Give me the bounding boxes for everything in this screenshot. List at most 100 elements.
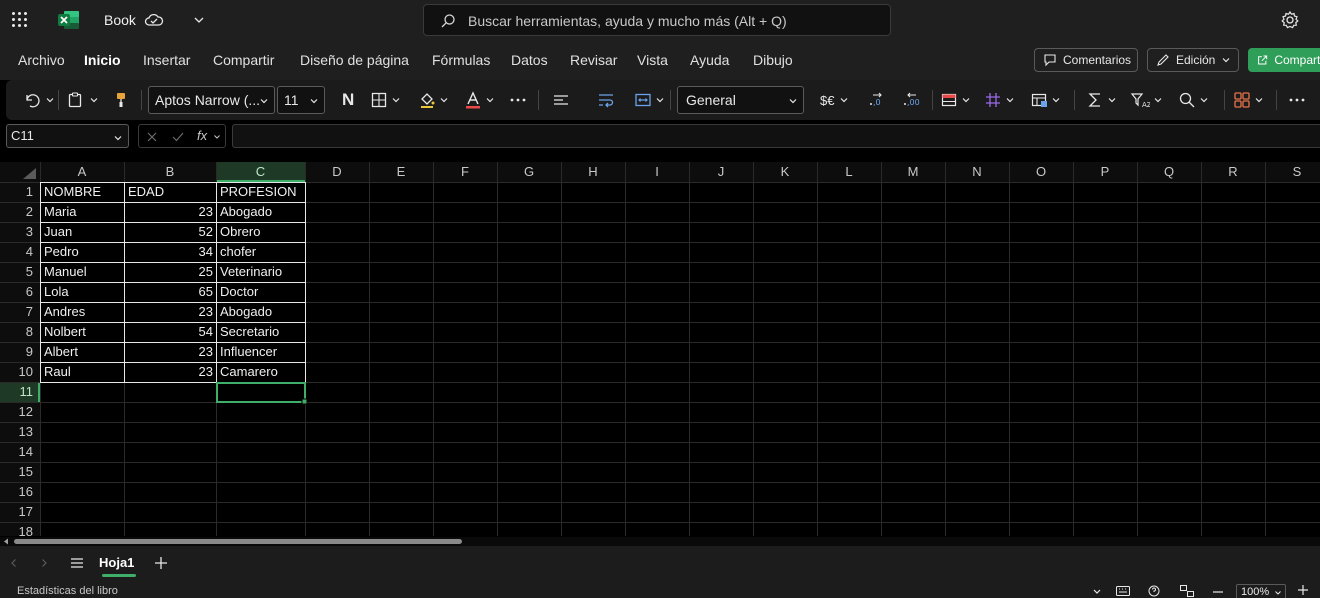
row-header-14[interactable]: 14 <box>0 442 36 462</box>
menu-revisar[interactable]: Revisar <box>570 52 617 68</box>
cell-profesion[interactable]: Camarero <box>217 362 305 382</box>
find-button[interactable] <box>1178 90 1210 110</box>
column-header-h[interactable]: H <box>561 162 625 182</box>
row-header-12[interactable]: 12 <box>0 402 36 422</box>
cell-edad[interactable]: 54 <box>125 322 216 342</box>
chevron-left-icon[interactable] <box>9 558 19 568</box>
cell-nombre[interactable]: Nolbert <box>41 322 124 342</box>
row-header-1[interactable]: 1 <box>0 182 36 202</box>
chevron-down-icon[interactable] <box>213 133 221 141</box>
menu-compartir[interactable]: Compartir <box>213 52 274 68</box>
workbook-statistics[interactable]: Estadísticas del libro <box>17 585 118 597</box>
column-header-o[interactable]: O <box>1009 162 1073 182</box>
scrollbar-thumb[interactable] <box>14 539 462 544</box>
formula-input[interactable] <box>232 124 1320 148</box>
column-header-c[interactable]: C <box>216 162 305 182</box>
chevron-down-icon[interactable] <box>1092 587 1102 597</box>
column-header-d[interactable]: D <box>305 162 369 182</box>
column-header-m[interactable]: M <box>881 162 945 182</box>
cell-nombre[interactable]: Andres <box>41 302 124 322</box>
keyboard-icon[interactable] <box>1116 586 1130 596</box>
chevron-down-icon[interactable] <box>192 13 206 27</box>
cell-profesion[interactable]: Obrero <box>217 222 305 242</box>
align-button[interactable] <box>552 90 570 110</box>
cell-nombre[interactable]: Pedro <box>41 242 124 262</box>
column-header-l[interactable]: L <box>817 162 881 182</box>
cell-profesion[interactable]: Abogado <box>217 302 305 322</box>
more-font-options-button[interactable] <box>509 90 527 110</box>
share-button[interactable]: Compartir <box>1248 48 1320 72</box>
header-cell[interactable]: EDAD <box>125 182 216 202</box>
column-header-e[interactable]: E <box>369 162 433 182</box>
column-header-q[interactable]: Q <box>1137 162 1201 182</box>
name-box[interactable]: C11 <box>6 124 129 148</box>
gear-icon[interactable] <box>1280 10 1300 30</box>
header-cell[interactable]: PROFESION <box>217 182 305 202</box>
row-header-15[interactable]: 15 <box>0 462 36 482</box>
row-header-18[interactable]: 18 <box>0 522 36 536</box>
conditional-format-button[interactable] <box>940 90 972 110</box>
document-title[interactable]: Book <box>104 12 136 28</box>
header-cell[interactable]: NOMBRE <box>41 182 124 202</box>
decrease-decimal-button[interactable]: ,00 <box>902 90 922 110</box>
row-header-8[interactable]: 8 <box>0 322 36 342</box>
column-header-r[interactable]: R <box>1201 162 1265 182</box>
format-as-table-button[interactable] <box>984 90 1016 110</box>
spreadsheet-grid[interactable]: ABCDEFGHIJKLMNOPQRS 1 2 3 4 5 6 7 8 9 10 11 12 13 14 1… <box>0 162 1320 536</box>
zoom-in-icon[interactable] <box>1297 584 1309 596</box>
currency-format-button[interactable]: $€ <box>820 90 850 110</box>
increase-decimal-button[interactable]: ,0 <box>867 90 885 110</box>
column-header-k[interactable]: K <box>753 162 817 182</box>
cancel-icon[interactable] <box>145 130 159 144</box>
cell-profesion[interactable]: Influencer <box>217 342 305 362</box>
column-header-j[interactable]: J <box>689 162 753 182</box>
cell-profesion[interactable]: Abogado <box>217 202 305 222</box>
menu-formulas[interactable]: Fórmulas <box>432 52 490 68</box>
menu-datos[interactable]: Datos <box>511 52 548 68</box>
format-painter-button[interactable] <box>112 90 130 110</box>
autosum-button[interactable] <box>1086 90 1118 110</box>
row-header-16[interactable]: 16 <box>0 482 36 502</box>
scroll-left-icon[interactable] <box>2 538 10 545</box>
add-ins-button[interactable] <box>1233 90 1265 110</box>
sort-filter-button[interactable]: AZ <box>1130 90 1164 110</box>
paste-button[interactable] <box>66 90 100 110</box>
menu-vista[interactable]: Vista <box>637 52 668 68</box>
zoom-out-icon[interactable] <box>1212 587 1224 597</box>
menu-dibujo[interactable]: Dibujo <box>753 52 793 68</box>
number-format-select[interactable]: General <box>677 86 804 114</box>
display-settings-icon[interactable] <box>1180 585 1194 597</box>
column-header-s[interactable]: S <box>1265 162 1320 182</box>
cell-profesion[interactable]: Secretario <box>217 322 305 342</box>
cell-edad[interactable]: 23 <box>125 202 216 222</box>
cell-edad[interactable]: 65 <box>125 282 216 302</box>
row-header-9[interactable]: 9 <box>0 342 36 362</box>
menu-inicio[interactable]: Inicio <box>84 52 121 68</box>
cell-profesion[interactable]: Veterinario <box>217 262 305 282</box>
menu-insertar[interactable]: Insertar <box>143 52 190 68</box>
fill-color-button[interactable] <box>418 90 450 110</box>
cell-edad[interactable]: 34 <box>125 242 216 262</box>
cell-nombre[interactable]: Lola <box>41 282 124 302</box>
insert-cells-button[interactable] <box>1030 90 1062 110</box>
zoom-level[interactable]: 100% <box>1236 584 1286 598</box>
undo-button[interactable] <box>22 90 56 110</box>
menu-ayuda[interactable]: Ayuda <box>690 52 729 68</box>
cell-edad[interactable]: 52 <box>125 222 216 242</box>
row-header-2[interactable]: 2 <box>0 202 36 222</box>
wrap-text-button[interactable] <box>597 90 615 110</box>
editing-mode-button[interactable]: Edición <box>1147 48 1239 72</box>
column-header-b[interactable]: B <box>124 162 216 182</box>
column-header-f[interactable]: F <box>433 162 497 182</box>
cell-nombre[interactable]: Manuel <box>41 262 124 282</box>
cell-edad[interactable]: 23 <box>125 302 216 322</box>
horizontal-scrollbar[interactable] <box>0 537 1320 546</box>
more-options-button[interactable] <box>1288 90 1306 110</box>
cloud-saved-icon[interactable] <box>144 11 164 29</box>
add-sheet-icon[interactable] <box>154 556 168 570</box>
all-sheets-menu-icon[interactable] <box>70 557 84 569</box>
insert-function-button[interactable]: fx <box>197 128 207 143</box>
row-header-7[interactable]: 7 <box>0 302 36 322</box>
row-header-13[interactable]: 13 <box>0 422 36 442</box>
cell-edad[interactable]: 25 <box>125 262 216 282</box>
